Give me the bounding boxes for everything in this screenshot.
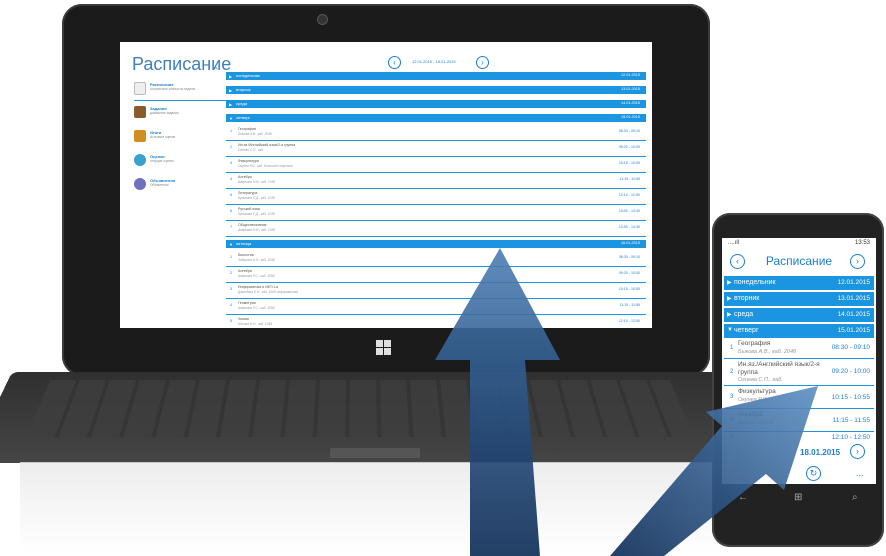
lesson-row[interactable]: 4 Геометрия Аверкина Р.С., каб. 1058 11:15 … xyxy=(226,299,646,315)
lesson-row[interactable]: 3 Физкультура Окунев Р.И. 10:15 - 10:55 xyxy=(724,386,874,409)
day-header-tuesday[interactable]: ▶ вторник 13.01.2015 xyxy=(724,292,874,306)
lesson-row[interactable]: 1 География Быкова А.В., каб. 2048 08:30… xyxy=(724,338,874,359)
edit-icon[interactable]: ✎ xyxy=(214,66,218,72)
tasks-icon xyxy=(134,106,146,118)
prev-week-button[interactable]: ‹ xyxy=(388,56,401,69)
lesson-row[interactable]: 5 Химия Ильина Н.Н., каб. 1058 12:10 - 12:5… xyxy=(226,315,646,328)
menu-divider xyxy=(134,100,226,101)
touchpad xyxy=(330,448,420,458)
next-week-button[interactable]: › xyxy=(476,56,489,69)
reflection xyxy=(20,462,720,552)
refresh-button[interactable]: ↻ xyxy=(806,466,821,481)
lesson-row[interactable]: 3 Физкультура Окунев Р.И., каб. Большой сп… xyxy=(226,157,646,173)
day-header-monday[interactable]: ▶ понедельник 12.01.2015 xyxy=(226,72,646,80)
tablet-screen: Расписание ✎ Расписание Актуальные запис… xyxy=(120,42,652,328)
keyboard-keys xyxy=(26,380,694,437)
lesson-row[interactable]: 4 Алгебра Аверкина Н.И., каб. 1058 11:15 - … xyxy=(226,173,646,189)
phone-nav-bar: ← ⊞ ⌕ xyxy=(722,488,876,510)
search-icon[interactable]: ⌕ xyxy=(852,492,858,503)
day-header-thursday[interactable]: ▼ четверг 15.01.2015 xyxy=(226,114,646,122)
day-header-monday[interactable]: ▶ понедельник 12.01.2015 xyxy=(724,276,874,290)
grades-icon xyxy=(134,154,146,166)
day-header-friday[interactable]: ▼ пятница 16.01.2015 xyxy=(226,240,646,248)
lesson-row[interactable]: 1 География Быкова А.В., каб. 2048 08:30 - … xyxy=(226,125,646,141)
week-range: 12.01.2015 - 18.01.2015 xyxy=(412,59,456,64)
next-week-button-bottom[interactable]: › xyxy=(850,444,865,459)
lesson-row[interactable]: 2 Ин.яз./Английский язык/2-я группа Огне… xyxy=(724,359,874,386)
results-icon xyxy=(134,130,146,142)
lesson-row[interactable]: 2 Ин.яз./Английский язык/2-я группа Огнева… xyxy=(226,141,646,157)
next-week-button[interactable]: › xyxy=(850,254,865,269)
windows-icon[interactable]: ⊞ xyxy=(794,492,802,503)
more-button[interactable]: ... xyxy=(856,468,864,478)
announcements-icon xyxy=(134,178,146,190)
schedule-icon xyxy=(134,82,146,95)
status-bar: ....ıll 13:53 xyxy=(722,238,876,250)
lesson-row[interactable]: 5 12:10 - 12:50 xyxy=(724,432,874,444)
back-icon[interactable]: ← xyxy=(738,492,748,503)
lesson-row[interactable]: 4 Алгебра Аверкина Н.И. 11:15 - 11:55 xyxy=(724,409,874,432)
phone-screen: ....ıll 13:53 ‹ Расписание › ▶ понедельни… xyxy=(722,238,876,484)
lesson-row[interactable]: 7 Обществознание Аверкина Н.И., каб. 1058 1… xyxy=(226,221,646,237)
day-header-wednesday[interactable]: ▶ среда 14.01.2015 xyxy=(226,100,646,108)
lesson-row[interactable]: 6 Русский язык Кузьмина Е.Д., каб. 1038 13:… xyxy=(226,205,646,221)
lesson-row[interactable]: 5 Литература Кузьмина Е.Д., каб. 1038 12:10… xyxy=(226,189,646,205)
week-range-end: 18.01.2015 xyxy=(800,448,841,457)
tablet-camera xyxy=(317,14,328,25)
day-header-tuesday[interactable]: ▶ вторник 13.01.2015 xyxy=(226,86,646,94)
windows-logo-icon[interactable] xyxy=(376,340,392,356)
signal-icon: ....ıll xyxy=(728,240,740,246)
lesson-row[interactable]: 3 Информатика и ИКТ/1-я Давыдова Е.Н., каб… xyxy=(226,283,646,299)
lesson-row[interactable]: 2 Алгебра Аверкина Р.С., каб. 1058 09:20 - … xyxy=(226,267,646,283)
day-header-wednesday[interactable]: ▶ среда 14.01.2015 xyxy=(724,308,874,322)
clock: 13:53 xyxy=(854,240,870,246)
lesson-row[interactable]: 1 Биология Забугина А.Н., каб. 1048 08:30 -… xyxy=(226,251,646,267)
day-header-thursday[interactable]: ▼ четверг 15.01.2015 xyxy=(724,324,874,338)
